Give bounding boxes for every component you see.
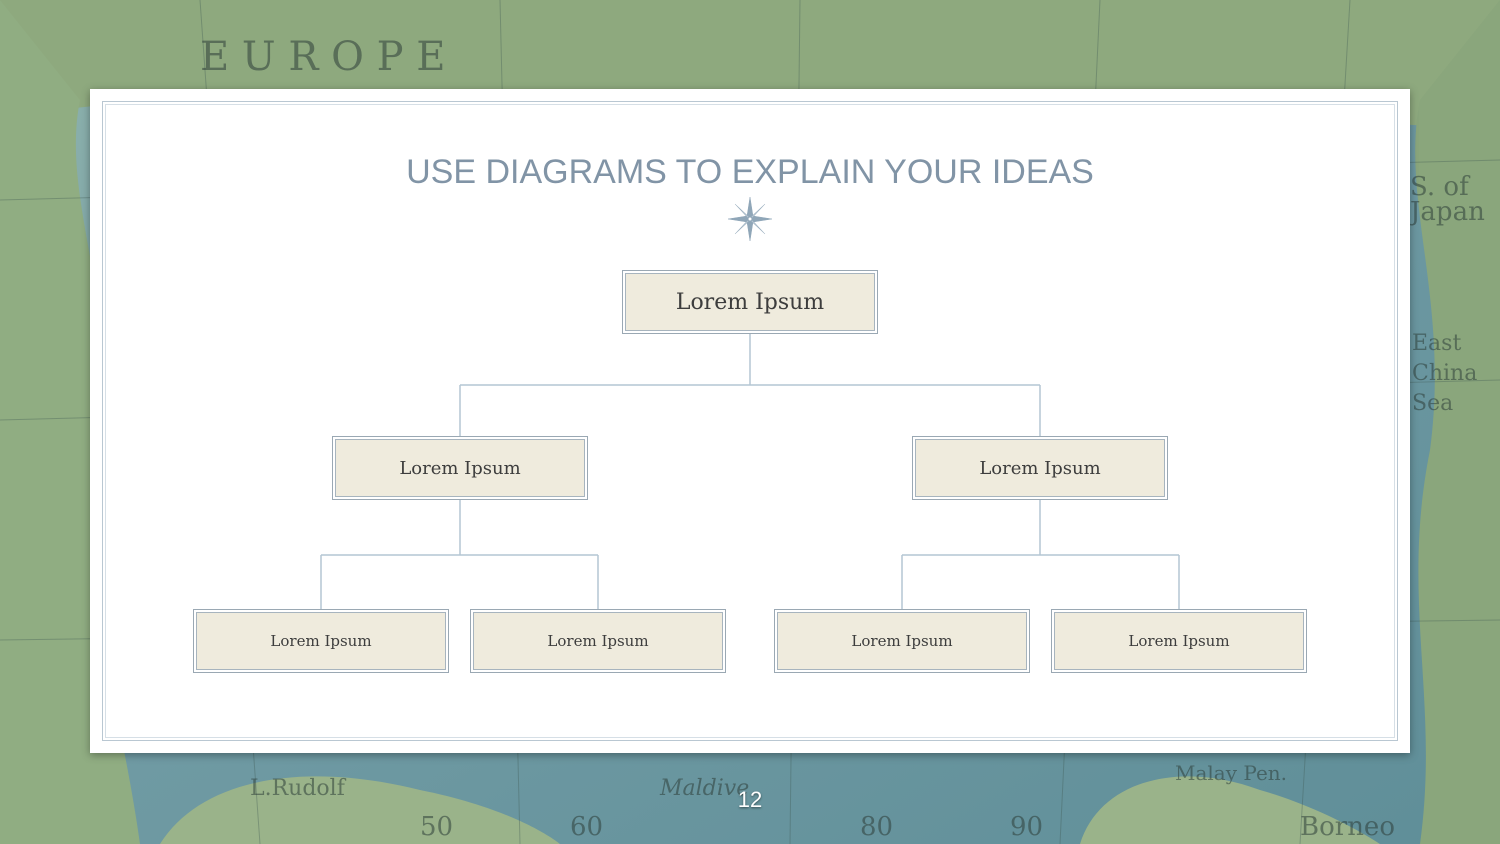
diagram-node-level3-1: Lorem Ipsum: [193, 609, 449, 673]
svg-text:Sea: Sea: [1412, 391, 1453, 416]
slide-card: USE DIAGRAMS TO EXPLAIN YOUR IDEAS Lorem…: [90, 89, 1410, 753]
page-number: 12: [737, 787, 763, 812]
diagram-node-root: Lorem Ipsum: [622, 270, 878, 334]
svg-text:50: 50: [420, 812, 453, 842]
node-label: Lorem Ipsum: [979, 457, 1101, 479]
node-label: Lorem Ipsum: [547, 632, 649, 650]
diagram-node-level3-4: Lorem Ipsum: [1051, 609, 1307, 673]
svg-text:East: East: [1412, 331, 1461, 356]
node-label: Lorem Ipsum: [675, 289, 825, 315]
svg-text:90: 90: [1010, 812, 1043, 842]
diagram-node-level2-right: Lorem Ipsum: [912, 436, 1168, 500]
diagram-node-level3-3: Lorem Ipsum: [774, 609, 1030, 673]
svg-text:60: 60: [570, 812, 603, 842]
node-label: Lorem Ipsum: [1128, 632, 1230, 650]
svg-text:Japan: Japan: [1407, 197, 1485, 227]
node-label: Lorem Ipsum: [851, 632, 953, 650]
svg-text:E U R O P E: E U R O P E: [200, 34, 446, 80]
diagram-node-level3-2: Lorem Ipsum: [470, 609, 726, 673]
svg-text:Malay Pen.: Malay Pen.: [1175, 761, 1287, 785]
diagram-node-level2-left: Lorem Ipsum: [332, 436, 588, 500]
svg-text:Borneo: Borneo: [1300, 812, 1395, 842]
node-label: Lorem Ipsum: [270, 632, 372, 650]
svg-text:China: China: [1412, 361, 1477, 386]
node-label: Lorem Ipsum: [399, 457, 521, 479]
svg-text:80: 80: [860, 812, 893, 842]
